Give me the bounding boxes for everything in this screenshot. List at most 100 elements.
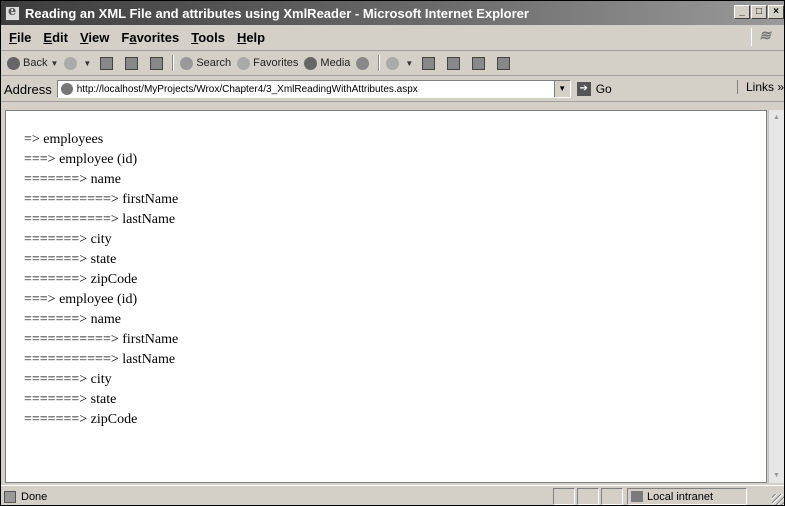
windows-logo-icon: ≋	[751, 28, 778, 46]
scroll-down-icon[interactable]: ▼	[769, 468, 784, 483]
back-arrow-icon	[7, 56, 20, 70]
history-icon	[356, 56, 370, 70]
menu-file[interactable]: File	[9, 30, 31, 45]
mail-icon	[386, 56, 400, 70]
content-line: =======> city	[24, 372, 112, 387]
content-line: =======> zipCode	[24, 412, 138, 427]
security-zone: Local intranet	[627, 488, 747, 505]
scroll-up-icon[interactable]: ▲	[769, 110, 784, 125]
print-button[interactable]	[419, 56, 438, 70]
resize-grip[interactable]	[772, 494, 784, 505]
content-line: => employees	[24, 132, 104, 147]
status-pane	[553, 488, 575, 505]
menu-tools-label: ools	[198, 30, 225, 45]
stop-icon	[100, 56, 114, 70]
status-text: Done	[21, 491, 48, 503]
content-line: ===========> firstName	[24, 192, 179, 207]
status-panes	[553, 488, 625, 505]
maximize-button[interactable]: □	[751, 5, 767, 19]
standard-toolbar: Back ▼ ▼ Search Favorites Media ▼	[1, 51, 784, 76]
browser-window: Reading an XML File and attributes using…	[0, 0, 785, 506]
title-bar[interactable]: Reading an XML File and attributes using…	[1, 1, 784, 25]
toolbar-separator	[172, 55, 175, 71]
address-bar: Address http://localhost/MyProjects/Wrox…	[1, 77, 784, 102]
favorites-label: Favorites	[253, 57, 299, 69]
messenger-icon	[497, 56, 511, 70]
content-line: =======> name	[24, 312, 121, 327]
page-content: => employees ===> employee (id) =======>…	[5, 110, 767, 483]
forward-arrow-icon	[64, 56, 78, 70]
history-button[interactable]	[356, 56, 372, 70]
close-button[interactable]: ×	[768, 5, 784, 19]
forward-button[interactable]: ▼	[64, 56, 91, 70]
go-arrow-icon: ➔	[576, 82, 591, 96]
address-url: http://localhost/MyProjects/Wrox/Chapter…	[76, 83, 418, 95]
status-bar: Done Local intranet	[1, 485, 784, 505]
back-button[interactable]: Back ▼	[7, 56, 58, 70]
menu-edit-label: dit	[52, 30, 68, 45]
menu-file-label: ile	[16, 30, 32, 45]
messenger-button[interactable]	[494, 56, 513, 70]
address-input[interactable]: http://localhost/MyProjects/Wrox/Chapter…	[56, 80, 571, 98]
minimize-button[interactable]: _	[734, 5, 750, 19]
ie-logo-icon	[5, 4, 20, 21]
star-icon	[237, 56, 251, 70]
content-line: ===========> lastName	[24, 352, 176, 367]
back-dropdown-icon[interactable]: ▼	[50, 59, 58, 68]
address-dropdown-icon[interactable]: ▼	[553, 81, 570, 97]
edit-button[interactable]	[444, 56, 463, 70]
menu-favorites[interactable]: Favorites	[121, 30, 179, 45]
page-icon	[60, 83, 73, 95]
search-icon	[180, 56, 194, 70]
menu-edit[interactable]: Edit	[43, 30, 68, 45]
forward-dropdown-icon[interactable]: ▼	[83, 59, 91, 68]
content-line: =======> zipCode	[24, 272, 138, 287]
content-line: =======> state	[24, 392, 117, 407]
favorites-button[interactable]: Favorites	[237, 56, 299, 70]
menu-help[interactable]: Help	[237, 30, 265, 45]
window-title: Reading an XML File and attributes using…	[25, 5, 529, 21]
links-button[interactable]: Links »	[737, 80, 784, 94]
menu-favorites-label: vorites	[136, 30, 180, 45]
content-line: ===> employee (id)	[24, 292, 138, 307]
content-line: ===========> lastName	[24, 212, 176, 227]
search-label: Search	[196, 57, 232, 69]
status-pane	[577, 488, 599, 505]
mail-button[interactable]: ▼	[386, 56, 413, 70]
window-controls: _ □ ×	[734, 5, 784, 19]
media-icon	[304, 56, 318, 70]
intranet-icon	[631, 491, 643, 502]
menu-view[interactable]: View	[80, 30, 109, 45]
refresh-button[interactable]	[122, 56, 141, 70]
discuss-icon	[472, 56, 486, 70]
media-button[interactable]: Media	[304, 56, 351, 70]
page-done-icon	[4, 491, 16, 503]
vertical-scrollbar[interactable]: ▲ ▼	[768, 110, 784, 483]
content-line: =======> city	[24, 232, 112, 247]
content-line: =======> state	[24, 252, 117, 267]
address-label: Address	[4, 81, 52, 97]
content-line: ===========> firstName	[24, 332, 179, 347]
menu-bar: File Edit View Favorites Tools Help ≋	[1, 25, 784, 51]
print-icon	[422, 56, 436, 70]
home-button[interactable]	[147, 56, 166, 70]
back-label: Back	[23, 57, 48, 69]
discuss-button[interactable]	[469, 56, 488, 70]
menu-view-label: iew	[88, 30, 110, 45]
refresh-icon	[125, 56, 139, 70]
zone-label: Local intranet	[647, 490, 714, 503]
content-line: ===> employee (id)	[24, 152, 138, 167]
menu-tools[interactable]: Tools	[191, 30, 225, 45]
home-icon	[150, 56, 164, 70]
edit-icon	[447, 56, 461, 70]
media-label: Media	[320, 57, 351, 69]
content-line: =======> name	[24, 172, 121, 187]
go-label: Go	[595, 82, 612, 96]
menu-help-label: elp	[246, 30, 266, 45]
toolbar-separator	[378, 55, 381, 71]
go-button[interactable]: ➔ Go	[576, 82, 612, 96]
stop-button[interactable]	[97, 56, 116, 70]
status-pane	[601, 488, 623, 505]
search-button[interactable]: Search	[180, 56, 232, 70]
mail-dropdown-icon[interactable]: ▼	[405, 59, 413, 68]
